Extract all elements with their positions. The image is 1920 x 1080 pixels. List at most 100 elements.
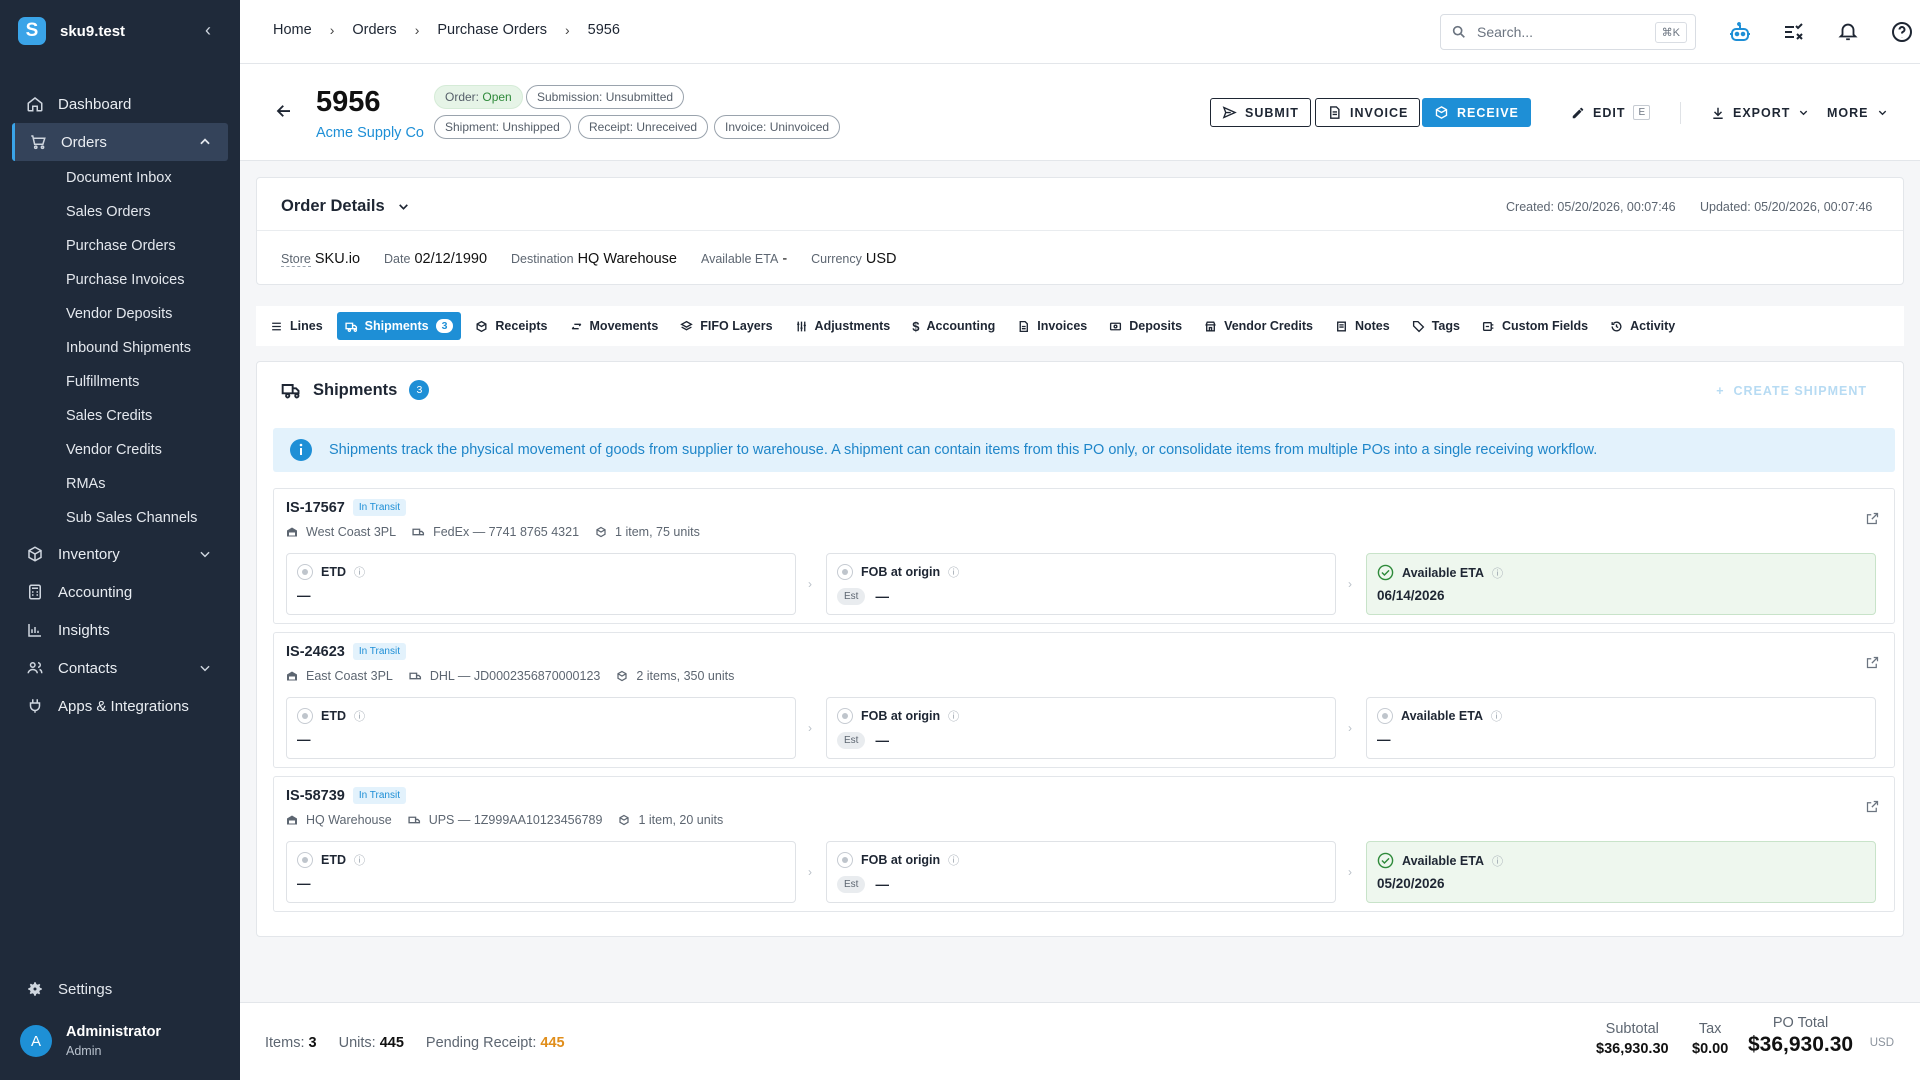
- nav-sub-sub-sales-channels[interactable]: Sub Sales Channels: [0, 501, 240, 535]
- breadcrumb-current: 5956: [587, 22, 620, 38]
- tab-invoices[interactable]: Invoices: [1009, 312, 1095, 340]
- tab-shipments[interactable]: Shipments 3: [336, 312, 462, 340]
- tab-label: Activity: [1630, 319, 1676, 333]
- milestone-etd[interactable]: ETD ⓘ —: [286, 697, 796, 759]
- tab-accounting[interactable]: $ Accounting: [904, 312, 1003, 340]
- shipment-id[interactable]: IS-24623: [286, 644, 345, 660]
- tab-movements[interactable]: Movements: [562, 312, 667, 340]
- receive-button[interactable]: RECEIVE: [1422, 98, 1531, 127]
- info-icon: [290, 439, 312, 461]
- shipment-row[interactable]: IS-24623 In Transit East Coast 3PL DHL — …: [273, 632, 1895, 768]
- tab-receipts[interactable]: Receipts: [467, 312, 555, 340]
- bell-icon[interactable]: [1837, 20, 1859, 42]
- milestone-available-eta[interactable]: Available ETA ⓘ 06/14/2026: [1366, 553, 1876, 615]
- breadcrumb-purchase-orders[interactable]: Purchase Orders: [437, 22, 547, 38]
- milestone-fob[interactable]: FOB at origin ⓘ Est —: [826, 697, 1336, 759]
- help-icon[interactable]: [1890, 20, 1914, 44]
- back-arrow-icon[interactable]: [275, 102, 293, 120]
- collapse-sidebar-icon[interactable]: ‹: [205, 20, 211, 41]
- tab-label: Vendor Credits: [1224, 319, 1313, 333]
- tab-vendor-credits[interactable]: Vendor Credits: [1196, 312, 1321, 340]
- nav-sub-rmas[interactable]: RMAs: [0, 467, 240, 501]
- edit-button[interactable]: EDIT E: [1560, 98, 1662, 127]
- milestone-fob[interactable]: FOB at origin ⓘ Est —: [826, 553, 1336, 615]
- nav-contacts[interactable]: Contacts: [0, 649, 240, 687]
- tab-lines[interactable]: Lines: [262, 312, 331, 340]
- breadcrumb-orders[interactable]: Orders: [352, 22, 396, 38]
- tab-fifo-layers[interactable]: FIFO Layers: [672, 312, 780, 340]
- submit-button[interactable]: SUBMIT: [1210, 98, 1311, 127]
- nav-sub-purchase-invoices[interactable]: Purchase Invoices: [0, 263, 240, 297]
- search-input[interactable]: Search... ⌘K: [1440, 14, 1696, 50]
- invoice-button[interactable]: INVOICE: [1315, 98, 1421, 127]
- checklist-icon[interactable]: [1782, 20, 1806, 44]
- user-menu[interactable]: A Administrator Admin: [20, 1024, 161, 1058]
- tab-notes[interactable]: Notes: [1327, 312, 1398, 340]
- shipment-row[interactable]: IS-17567 In Transit West Coast 3PL FedEx …: [273, 488, 1895, 624]
- shipments-title: Shipments: [313, 380, 398, 399]
- created-timestamp: Created: 05/20/2026, 00:07:46: [1506, 200, 1676, 214]
- export-button[interactable]: EXPORT: [1700, 98, 1821, 127]
- nav-inventory[interactable]: Inventory: [0, 535, 240, 573]
- calculator-icon: [29, 584, 41, 600]
- shipment-carrier: FedEx — 7741 8765 4321: [433, 525, 580, 539]
- milestone-label: FOB at origin: [861, 565, 941, 579]
- tab-tags[interactable]: Tags: [1404, 312, 1468, 340]
- tab-adjustments[interactable]: Adjustments: [787, 312, 899, 340]
- external-link-icon[interactable]: [1865, 799, 1880, 814]
- milestone-etd[interactable]: ETD ⓘ —: [286, 841, 796, 903]
- shipment-row[interactable]: IS-58739 In Transit HQ Warehouse UPS — 1Z…: [273, 776, 1895, 912]
- nav-insights[interactable]: Insights: [0, 611, 240, 649]
- tab-label: FIFO Layers: [700, 319, 773, 333]
- nav-sub-purchase-orders[interactable]: Purchase Orders: [0, 229, 240, 263]
- tab-activity[interactable]: Activity: [1602, 312, 1683, 340]
- external-link-icon[interactable]: [1865, 655, 1880, 670]
- breadcrumb-separator: ›: [414, 22, 420, 38]
- robot-icon[interactable]: [1728, 20, 1752, 44]
- nav-accounting[interactable]: Accounting: [0, 573, 240, 611]
- breadcrumb-home[interactable]: Home: [273, 22, 312, 38]
- info-circle-icon: ⓘ: [354, 855, 365, 867]
- shipment-status-pill: Shipment: Unshipped: [434, 115, 571, 139]
- create-shipment-button[interactable]: + CREATE SHIPMENT: [1716, 384, 1867, 398]
- milestone-etd[interactable]: ETD ⓘ —: [286, 553, 796, 615]
- field-available-eta[interactable]: Available ETA -: [701, 250, 787, 267]
- external-link-icon[interactable]: [1865, 511, 1880, 526]
- nav-settings[interactable]: Settings: [26, 980, 112, 998]
- po-total-label: PO Total: [1772, 1015, 1829, 1031]
- updated-timestamp: Updated: 05/20/2026, 00:07:46: [1700, 200, 1873, 214]
- nav-sub-sales-credits[interactable]: Sales Credits: [0, 399, 240, 433]
- milestone-value: —: [297, 876, 311, 891]
- pending-dot-icon: [297, 708, 313, 724]
- milestone-fob[interactable]: FOB at origin ⓘ Est —: [826, 841, 1336, 903]
- order-details-toggle[interactable]: Order Details: [281, 197, 410, 216]
- estimate-badge: Est: [837, 588, 866, 605]
- nav-sub-vendor-credits[interactable]: Vendor Credits: [0, 433, 240, 467]
- tab-deposits[interactable]: Deposits: [1101, 312, 1190, 340]
- field-date[interactable]: Date 02/12/1990: [384, 250, 487, 267]
- info-circle-icon: ⓘ: [1490, 711, 1502, 723]
- nav-dashboard[interactable]: Dashboard: [0, 85, 240, 123]
- vendor-link[interactable]: Acme Supply Co: [316, 125, 424, 141]
- shipment-id[interactable]: IS-17567: [286, 500, 345, 516]
- field-destination[interactable]: Destination HQ Warehouse: [511, 250, 677, 267]
- nav-sub-sales-orders[interactable]: Sales Orders: [0, 195, 240, 229]
- nav-apps-integrations[interactable]: Apps & Integrations: [0, 687, 240, 725]
- pending-dot-icon: [837, 852, 853, 868]
- nav-sub-inbound-shipments[interactable]: Inbound Shipments: [0, 331, 240, 365]
- nav-orders[interactable]: Orders: [12, 123, 228, 161]
- field-store[interactable]: Store SKU.io: [281, 250, 360, 267]
- brand[interactable]: S sku9.test: [18, 17, 125, 45]
- field-currency[interactable]: Currency USD: [811, 250, 896, 267]
- milestone-available-eta[interactable]: Available ETA ⓘ 05/20/2026: [1366, 841, 1876, 903]
- field-value: -: [782, 251, 788, 267]
- shipment-id[interactable]: IS-58739: [286, 788, 345, 804]
- nav-sub-document-inbox[interactable]: Document Inbox: [0, 161, 240, 195]
- nav-sub-fulfillments[interactable]: Fulfillments: [0, 365, 240, 399]
- tab-count: 3: [435, 319, 454, 333]
- milestone-available-eta[interactable]: Available ETA ⓘ —: [1366, 697, 1876, 759]
- more-button[interactable]: MORE: [1816, 98, 1899, 127]
- nav-sub-vendor-deposits[interactable]: Vendor Deposits: [0, 297, 240, 331]
- tab-custom-fields[interactable]: Custom Fields: [1474, 312, 1596, 340]
- currency-code: USD: [1869, 1037, 1894, 1049]
